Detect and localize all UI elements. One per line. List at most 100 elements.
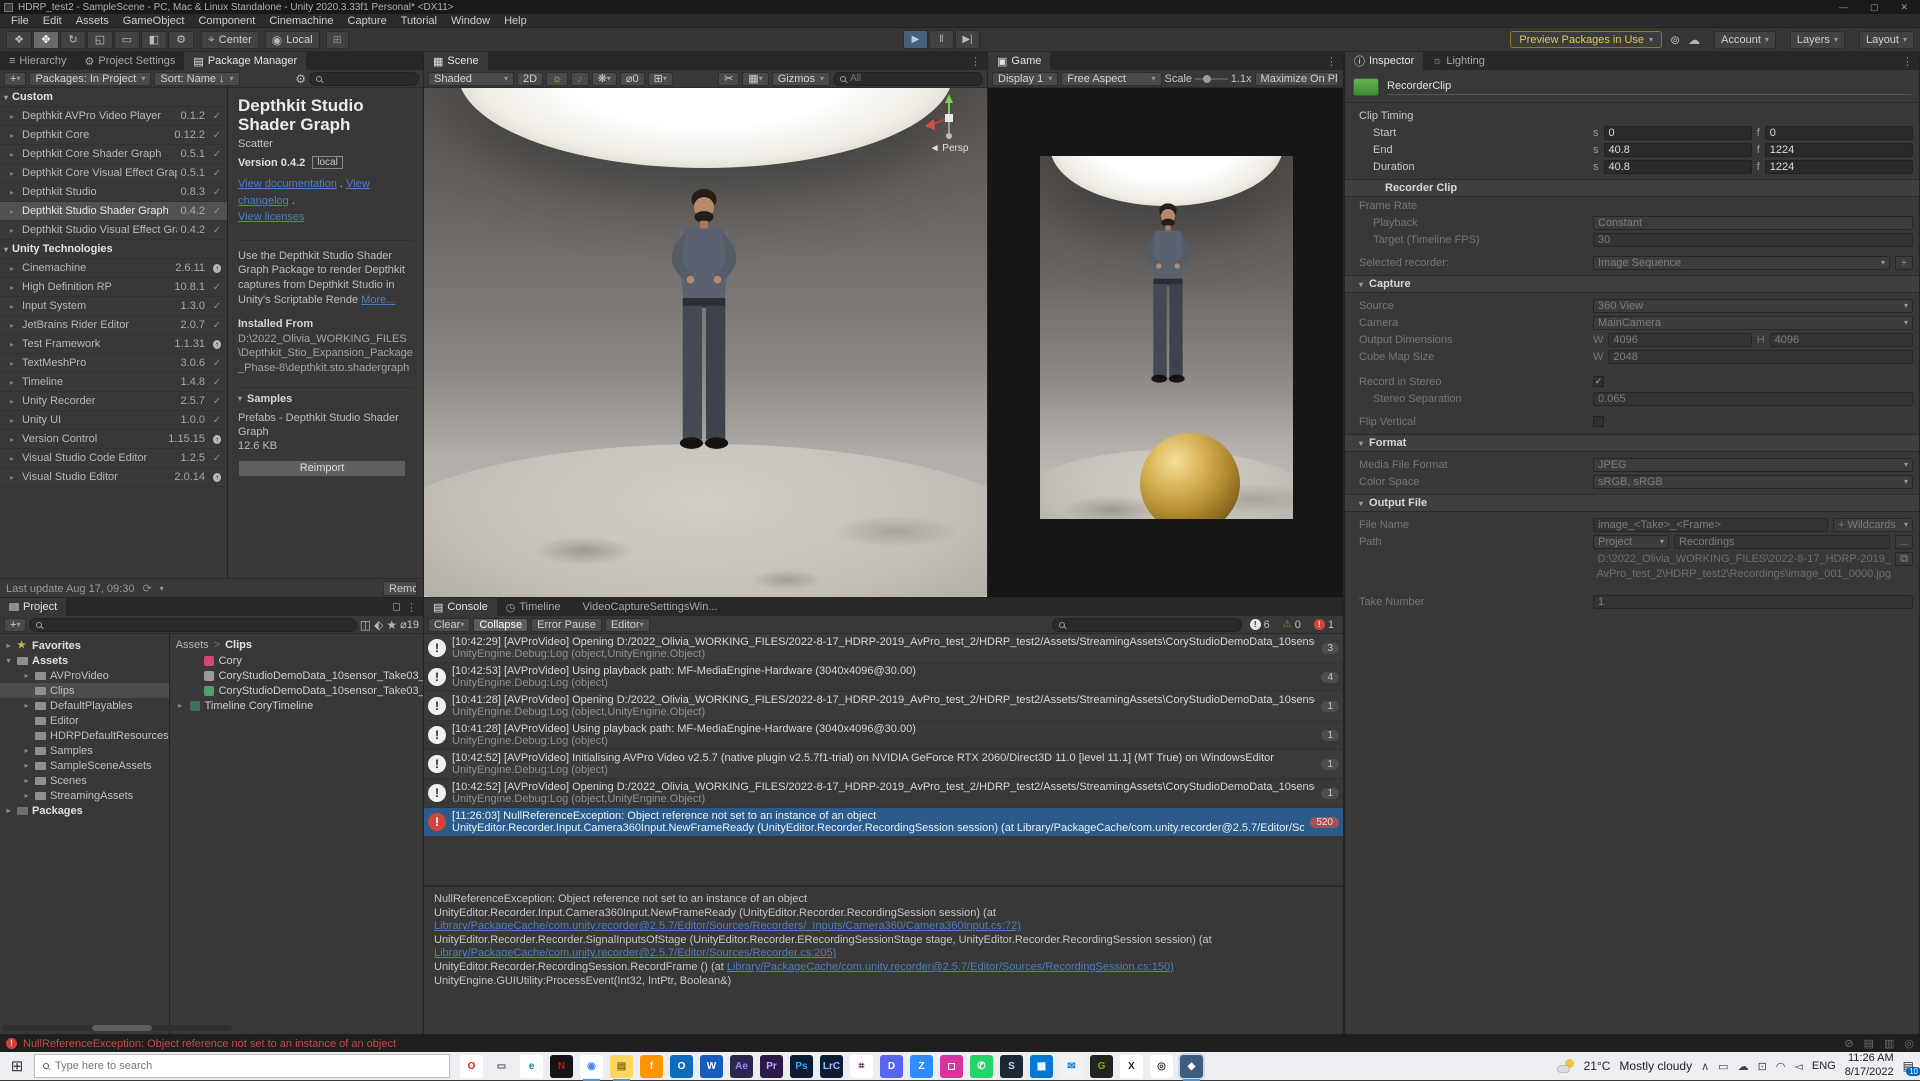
seconds-field[interactable]: 40.8: [1604, 143, 1752, 157]
panel-tab[interactable]: ⚙Project Settings: [76, 52, 185, 70]
hidden-count[interactable]: ⌀19: [400, 618, 419, 631]
scene-lighting-toggle[interactable]: ☼: [546, 72, 568, 86]
chrome[interactable]: ◉: [580, 1055, 603, 1078]
clip-name-field[interactable]: RecorderClip: [1387, 80, 1911, 95]
breadcrumb[interactable]: Assets>Clips: [176, 636, 424, 653]
close-button[interactable]: ✕: [1900, 2, 1908, 13]
tree-item[interactable]: Clips: [0, 683, 169, 698]
notification-center[interactable]: ▤10: [1903, 1059, 1914, 1073]
persp-toggle-icon[interactable]: ◄: [930, 143, 940, 154]
windows-search[interactable]: [34, 1054, 450, 1078]
scene-camera-dropdown[interactable]: ▦▾: [742, 72, 768, 86]
rotate-tool[interactable]: ↻: [60, 31, 86, 49]
tab-inspector[interactable]: ⓘInspector: [1345, 52, 1423, 70]
foldout-icon[interactable]: ▸: [22, 761, 31, 770]
cache-icon[interactable]: ▤: [1864, 1037, 1874, 1050]
pm-package-row[interactable]: ▸ Version Control 1.15.15: [0, 430, 227, 449]
stacktrace-link[interactable]: Library/PackageCache/com.unity.recorder@…: [434, 947, 836, 959]
tab-lighting[interactable]: ☼Lighting: [1423, 52, 1494, 70]
maximize-on-play-toggle[interactable]: Maximize On Play: [1255, 72, 1339, 86]
layout-dropdown[interactable]: Layout▾: [1859, 31, 1914, 49]
menu-item[interactable]: Component: [191, 15, 262, 27]
file-item[interactable]: CoryStudioDemoData_10sensor_Take03_Expor…: [176, 683, 424, 698]
tree-item[interactable]: ▸ SampleSceneAssets: [0, 758, 169, 773]
info-count[interactable]: !6: [1245, 619, 1275, 631]
pm-package-row[interactable]: ▸ Test Framework 1.1.31: [0, 335, 227, 354]
instagram[interactable]: ◻: [940, 1055, 963, 1078]
editor-dropdown[interactable]: Editor▾: [605, 618, 650, 632]
grid-snap-toggle[interactable]: ⊞: [326, 31, 349, 49]
persp-label[interactable]: Persp: [942, 143, 968, 154]
frames-field[interactable]: 0: [1765, 126, 1913, 140]
whatsapp[interactable]: ✆: [970, 1055, 993, 1078]
pivot-toggle[interactable]: ⌖Center: [201, 31, 259, 49]
pm-package-row[interactable]: ▸ Depthkit Core Shader Graph 0.5.1: [0, 145, 227, 164]
pm-add-button[interactable]: +▾: [4, 72, 26, 86]
view-licenses-link[interactable]: View licenses: [238, 211, 304, 223]
menu-item[interactable]: Capture: [341, 15, 394, 27]
kebab-menu-icon[interactable]: ⋮: [1326, 55, 1337, 68]
menu-item[interactable]: Cinemachine: [262, 15, 340, 27]
scale-slider[interactable]: [1195, 78, 1228, 80]
panel-tab[interactable]: ▤Package Manager: [184, 52, 306, 70]
mail[interactable]: ✉: [1060, 1055, 1083, 1078]
clock[interactable]: 11:26 AM8/17/2022: [1845, 1052, 1894, 1080]
tree-item[interactable]: ▸ DefaultPlayables: [0, 698, 169, 713]
project-search-input[interactable]: [46, 619, 349, 630]
foldout-icon[interactable]: ▸: [4, 806, 13, 815]
more-link[interactable]: More...: [361, 294, 395, 306]
language-indicator[interactable]: ENG: [1812, 1060, 1836, 1072]
tab-project[interactable]: Project: [0, 598, 66, 616]
tablet-mode[interactable]: ▭: [490, 1055, 513, 1078]
tree-item[interactable]: ▸ Samples: [0, 743, 169, 758]
account-dropdown[interactable]: Account▾: [1714, 31, 1776, 49]
move-tool[interactable]: ✥: [33, 31, 59, 49]
pm-package-row[interactable]: ▸ Depthkit Studio Shader Graph 0.4.2: [0, 202, 227, 221]
remove-button[interactable]: Remove: [383, 581, 417, 596]
foldout-icon[interactable]: ▸: [22, 791, 31, 800]
foldout-icon[interactable]: ▸: [22, 776, 31, 785]
pm-package-row[interactable]: ▸ Visual Studio Code Editor 1.2.5: [0, 449, 227, 468]
scene-search-input[interactable]: [850, 73, 976, 84]
refresh-icon[interactable]: ⟳: [142, 582, 151, 595]
edge[interactable]: e: [520, 1055, 543, 1078]
hidden-objects-toggle[interactable]: ⌀0: [620, 72, 645, 86]
view-documentation-link[interactable]: View documentation: [238, 178, 337, 190]
menu-item[interactable]: Assets: [69, 15, 116, 27]
premiere[interactable]: Pr: [760, 1055, 783, 1078]
onedrive-icon[interactable]: ☁: [1738, 1060, 1749, 1073]
shading-dropdown[interactable]: Shaded▾: [428, 72, 514, 86]
error-pause-toggle[interactable]: Error Pause: [531, 618, 602, 632]
foldout-icon[interactable]: ▾: [238, 394, 242, 403]
pm-sort-dropdown[interactable]: Sort: Name ↓▾: [154, 72, 239, 86]
weather-desc[interactable]: Mostly cloudy: [1619, 1059, 1692, 1073]
discord[interactable]: D: [880, 1055, 903, 1078]
menu-item[interactable]: Help: [497, 15, 534, 27]
weather-temp[interactable]: 21°C: [1584, 1059, 1611, 1073]
pm-group-header[interactable]: ▾Custom: [0, 88, 227, 107]
sprite-pack-icon[interactable]: ◫: [360, 618, 371, 632]
gizmos-dropdown[interactable]: Gizmos▾: [772, 72, 830, 86]
transform-tool[interactable]: ◧: [141, 31, 167, 49]
pm-package-row[interactable]: ▸ Unity Recorder 2.5.7: [0, 392, 227, 411]
custom-tool[interactable]: ⚙: [168, 31, 194, 49]
console-search[interactable]: [1052, 618, 1242, 632]
windows-search-input[interactable]: [55, 1060, 441, 1072]
mute-icon[interactable]: ⊘: [1844, 1037, 1853, 1050]
console-tab[interactable]: ▤Console: [424, 598, 497, 616]
console-log-row[interactable]: ! [10:42:52] [AVProVideo] Initialising A…: [424, 750, 1343, 779]
game-viewport[interactable]: [988, 88, 1343, 598]
word[interactable]: W: [700, 1055, 723, 1078]
favorite-icon[interactable]: ★: [386, 618, 397, 632]
volume-icon[interactable]: ◅: [1794, 1060, 1802, 1073]
pm-package-row[interactable]: ▸ Input System 1.3.0: [0, 297, 227, 316]
preview-packages-button[interactable]: Preview Packages in Use▾: [1510, 31, 1662, 48]
tree-item[interactable]: Editor: [0, 713, 169, 728]
outlook[interactable]: O: [670, 1055, 693, 1078]
step-button[interactable]: ▶|: [955, 30, 980, 49]
kebab-menu-icon[interactable]: ⋮: [970, 55, 981, 68]
pm-package-row[interactable]: ▸ Depthkit AVPro Video Player 0.1.2: [0, 107, 227, 126]
hand-tool[interactable]: ❖: [6, 31, 32, 49]
tree-item[interactable]: ▸ Scenes: [0, 773, 169, 788]
stacktrace-link[interactable]: Library/PackageCache/com.unity.recorder@…: [727, 961, 1174, 973]
